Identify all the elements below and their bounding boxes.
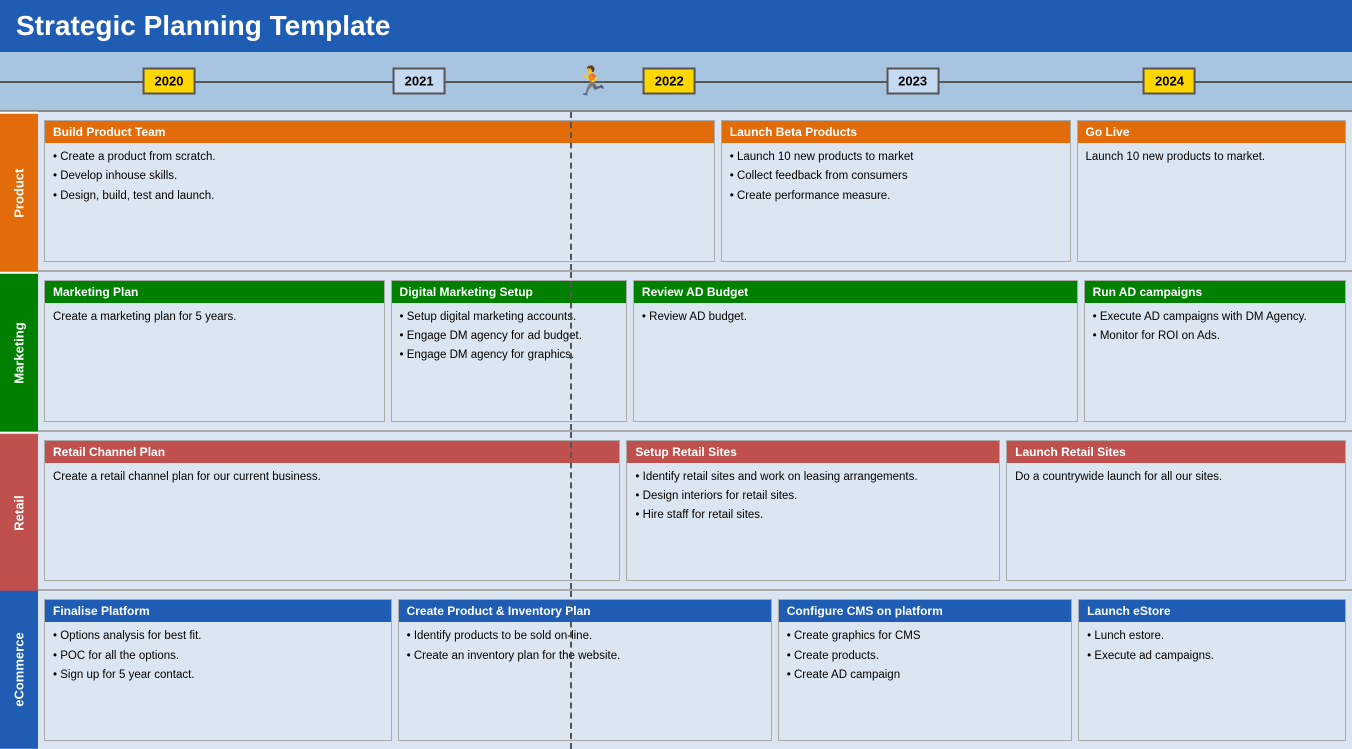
list-item: Monitor for ROI on Ads. [1093, 328, 1337, 345]
list-item: Lunch estore. [1087, 628, 1337, 645]
page-header: Strategic Planning Template [0, 0, 1352, 52]
card-header-build-product-team: Build Product Team [45, 121, 714, 143]
marketing-row: Marketing Plan Create a marketing plan f… [38, 272, 1352, 432]
ecommerce-row: Finalise Platform Options analysis for b… [38, 591, 1352, 749]
list-item: Create a product from scratch. [53, 149, 706, 166]
page-title: Strategic Planning Template [16, 10, 390, 42]
list-item: Design, build, test and launch. [53, 188, 706, 205]
card-body-marketing-plan: Create a marketing plan for 5 years. [45, 303, 384, 421]
list-item: Options analysis for best fit. [53, 628, 383, 645]
label-retail: Retail [0, 432, 38, 592]
card-create-product-inventory-plan: Create Product & Inventory Plan Identify… [398, 599, 772, 741]
list-item: Collect feedback from consumers [730, 168, 1062, 185]
list-item: Engage DM agency for ad budget. [400, 328, 618, 345]
card-body-finalise-platform: Options analysis for best fit. POC for a… [45, 622, 391, 740]
year-2021: 2021 [393, 68, 446, 95]
card-body-launch-estore: Lunch estore. Execute ad campaigns. [1079, 622, 1345, 740]
list-item: Execute ad campaigns. [1087, 648, 1337, 665]
list-item: Hire staff for retail sites. [635, 507, 991, 524]
card-header-retail-channel-plan: Retail Channel Plan [45, 441, 619, 463]
row-labels: Product Marketing Retail eCommerce [0, 112, 38, 749]
year-2024: 2024 [1143, 68, 1196, 95]
card-header-review-ad-budget: Review AD Budget [634, 281, 1077, 303]
list-item: Identify products to be sold on-line. [407, 628, 763, 645]
card-review-ad-budget: Review AD Budget Review AD budget. [633, 280, 1078, 422]
card-body-review-ad-budget: Review AD budget. [634, 303, 1077, 421]
card-header-run-ad-campaigns: Run AD campaigns [1085, 281, 1345, 303]
dashed-line-marketing [570, 272, 572, 430]
list-item: Launch 10 new products to market [730, 149, 1062, 166]
list-item: Review AD budget. [642, 309, 1069, 326]
list-item: Create an inventory plan for the website… [407, 648, 763, 665]
card-header-go-live: Go Live [1078, 121, 1346, 143]
card-finalise-platform: Finalise Platform Options analysis for b… [44, 599, 392, 741]
list-item: Create graphics for CMS [787, 628, 1063, 645]
card-header-create-product-inventory-plan: Create Product & Inventory Plan [399, 600, 771, 622]
list-item: Identify retail sites and work on leasin… [635, 469, 991, 486]
product-row: Build Product Team Create a product from… [38, 112, 1352, 272]
dashed-line-ecommerce [570, 591, 572, 749]
year-2020: 2020 [143, 68, 196, 95]
year-2023: 2023 [886, 68, 939, 95]
card-launch-estore: Launch eStore Lunch estore. Execute ad c… [1078, 599, 1346, 741]
list-item: Develop inhouse skills. [53, 168, 706, 185]
card-build-product-team: Build Product Team Create a product from… [44, 120, 715, 262]
card-body-retail-channel-plan: Create a retail channel plan for our cur… [45, 463, 619, 581]
list-item: Execute AD campaigns with DM Agency. [1093, 309, 1337, 326]
card-header-launch-estore: Launch eStore [1079, 600, 1345, 622]
label-marketing: Marketing [0, 272, 38, 432]
card-body-create-product-inventory-plan: Identify products to be sold on-line. Cr… [399, 622, 771, 740]
list-item: POC for all the options. [53, 648, 383, 665]
list-item: Sign up for 5 year contact. [53, 667, 383, 684]
card-body-launch-retail-sites: Do a countrywide launch for all our site… [1007, 463, 1345, 581]
label-product: Product [0, 112, 38, 272]
card-header-setup-retail-sites: Setup Retail Sites [627, 441, 999, 463]
card-header-marketing-plan: Marketing Plan [45, 281, 384, 303]
card-setup-retail-sites: Setup Retail Sites Identify retail sites… [626, 440, 1000, 582]
card-header-launch-beta-products: Launch Beta Products [722, 121, 1070, 143]
list-item: Create performance measure. [730, 188, 1062, 205]
card-body-configure-cms-on-platform: Create graphics for CMS Create products.… [779, 622, 1071, 740]
card-body-digital-marketing-setup: Setup digital marketing accounts. Engage… [392, 303, 626, 421]
card-launch-beta-products: Launch Beta Products Launch 10 new produ… [721, 120, 1071, 262]
card-body-setup-retail-sites: Identify retail sites and work on leasin… [627, 463, 999, 581]
timeline-bar: 2020 2021 2022 2023 2024 🏃 [0, 52, 1352, 112]
card-marketing-plan: Marketing Plan Create a marketing plan f… [44, 280, 385, 422]
card-digital-marketing-setup: Digital Marketing Setup Setup digital ma… [391, 280, 627, 422]
list-item: Create AD campaign [787, 667, 1063, 684]
list-item: Setup digital marketing accounts. [400, 309, 618, 326]
card-go-live: Go Live Launch 10 new products to market… [1077, 120, 1347, 262]
list-item: Design interiors for retail sites. [635, 488, 991, 505]
card-configure-cms-on-platform: Configure CMS on platform Create graphic… [778, 599, 1072, 741]
card-retail-channel-plan: Retail Channel Plan Create a retail chan… [44, 440, 620, 582]
retail-row: Retail Channel Plan Create a retail chan… [38, 432, 1352, 592]
card-header-finalise-platform: Finalise Platform [45, 600, 391, 622]
content-area: Build Product Team Create a product from… [38, 112, 1352, 749]
dashed-line-retail [570, 432, 572, 590]
card-header-launch-retail-sites: Launch Retail Sites [1007, 441, 1345, 463]
card-run-ad-campaigns: Run AD campaigns Execute AD campaigns wi… [1084, 280, 1346, 422]
year-2022: 2022 [643, 68, 696, 95]
main-content: Product Marketing Retail eCommerce Build… [0, 112, 1352, 749]
card-header-digital-marketing-setup: Digital Marketing Setup [392, 281, 626, 303]
card-body-run-ad-campaigns: Execute AD campaigns with DM Agency. Mon… [1085, 303, 1345, 421]
list-item: Engage DM agency for graphics. [400, 347, 618, 364]
card-body-launch-beta-products: Launch 10 new products to market Collect… [722, 143, 1070, 261]
label-ecommerce: eCommerce [0, 591, 38, 749]
card-launch-retail-sites: Launch Retail Sites Do a countrywide lau… [1006, 440, 1346, 582]
card-body-go-live: Launch 10 new products to market. [1078, 143, 1346, 261]
card-body-build-product-team: Create a product from scratch. Develop i… [45, 143, 714, 261]
runner-icon: 🏃 [575, 65, 610, 98]
dashed-line-product [570, 112, 572, 270]
card-header-configure-cms-on-platform: Configure CMS on platform [779, 600, 1071, 622]
list-item: Create products. [787, 648, 1063, 665]
